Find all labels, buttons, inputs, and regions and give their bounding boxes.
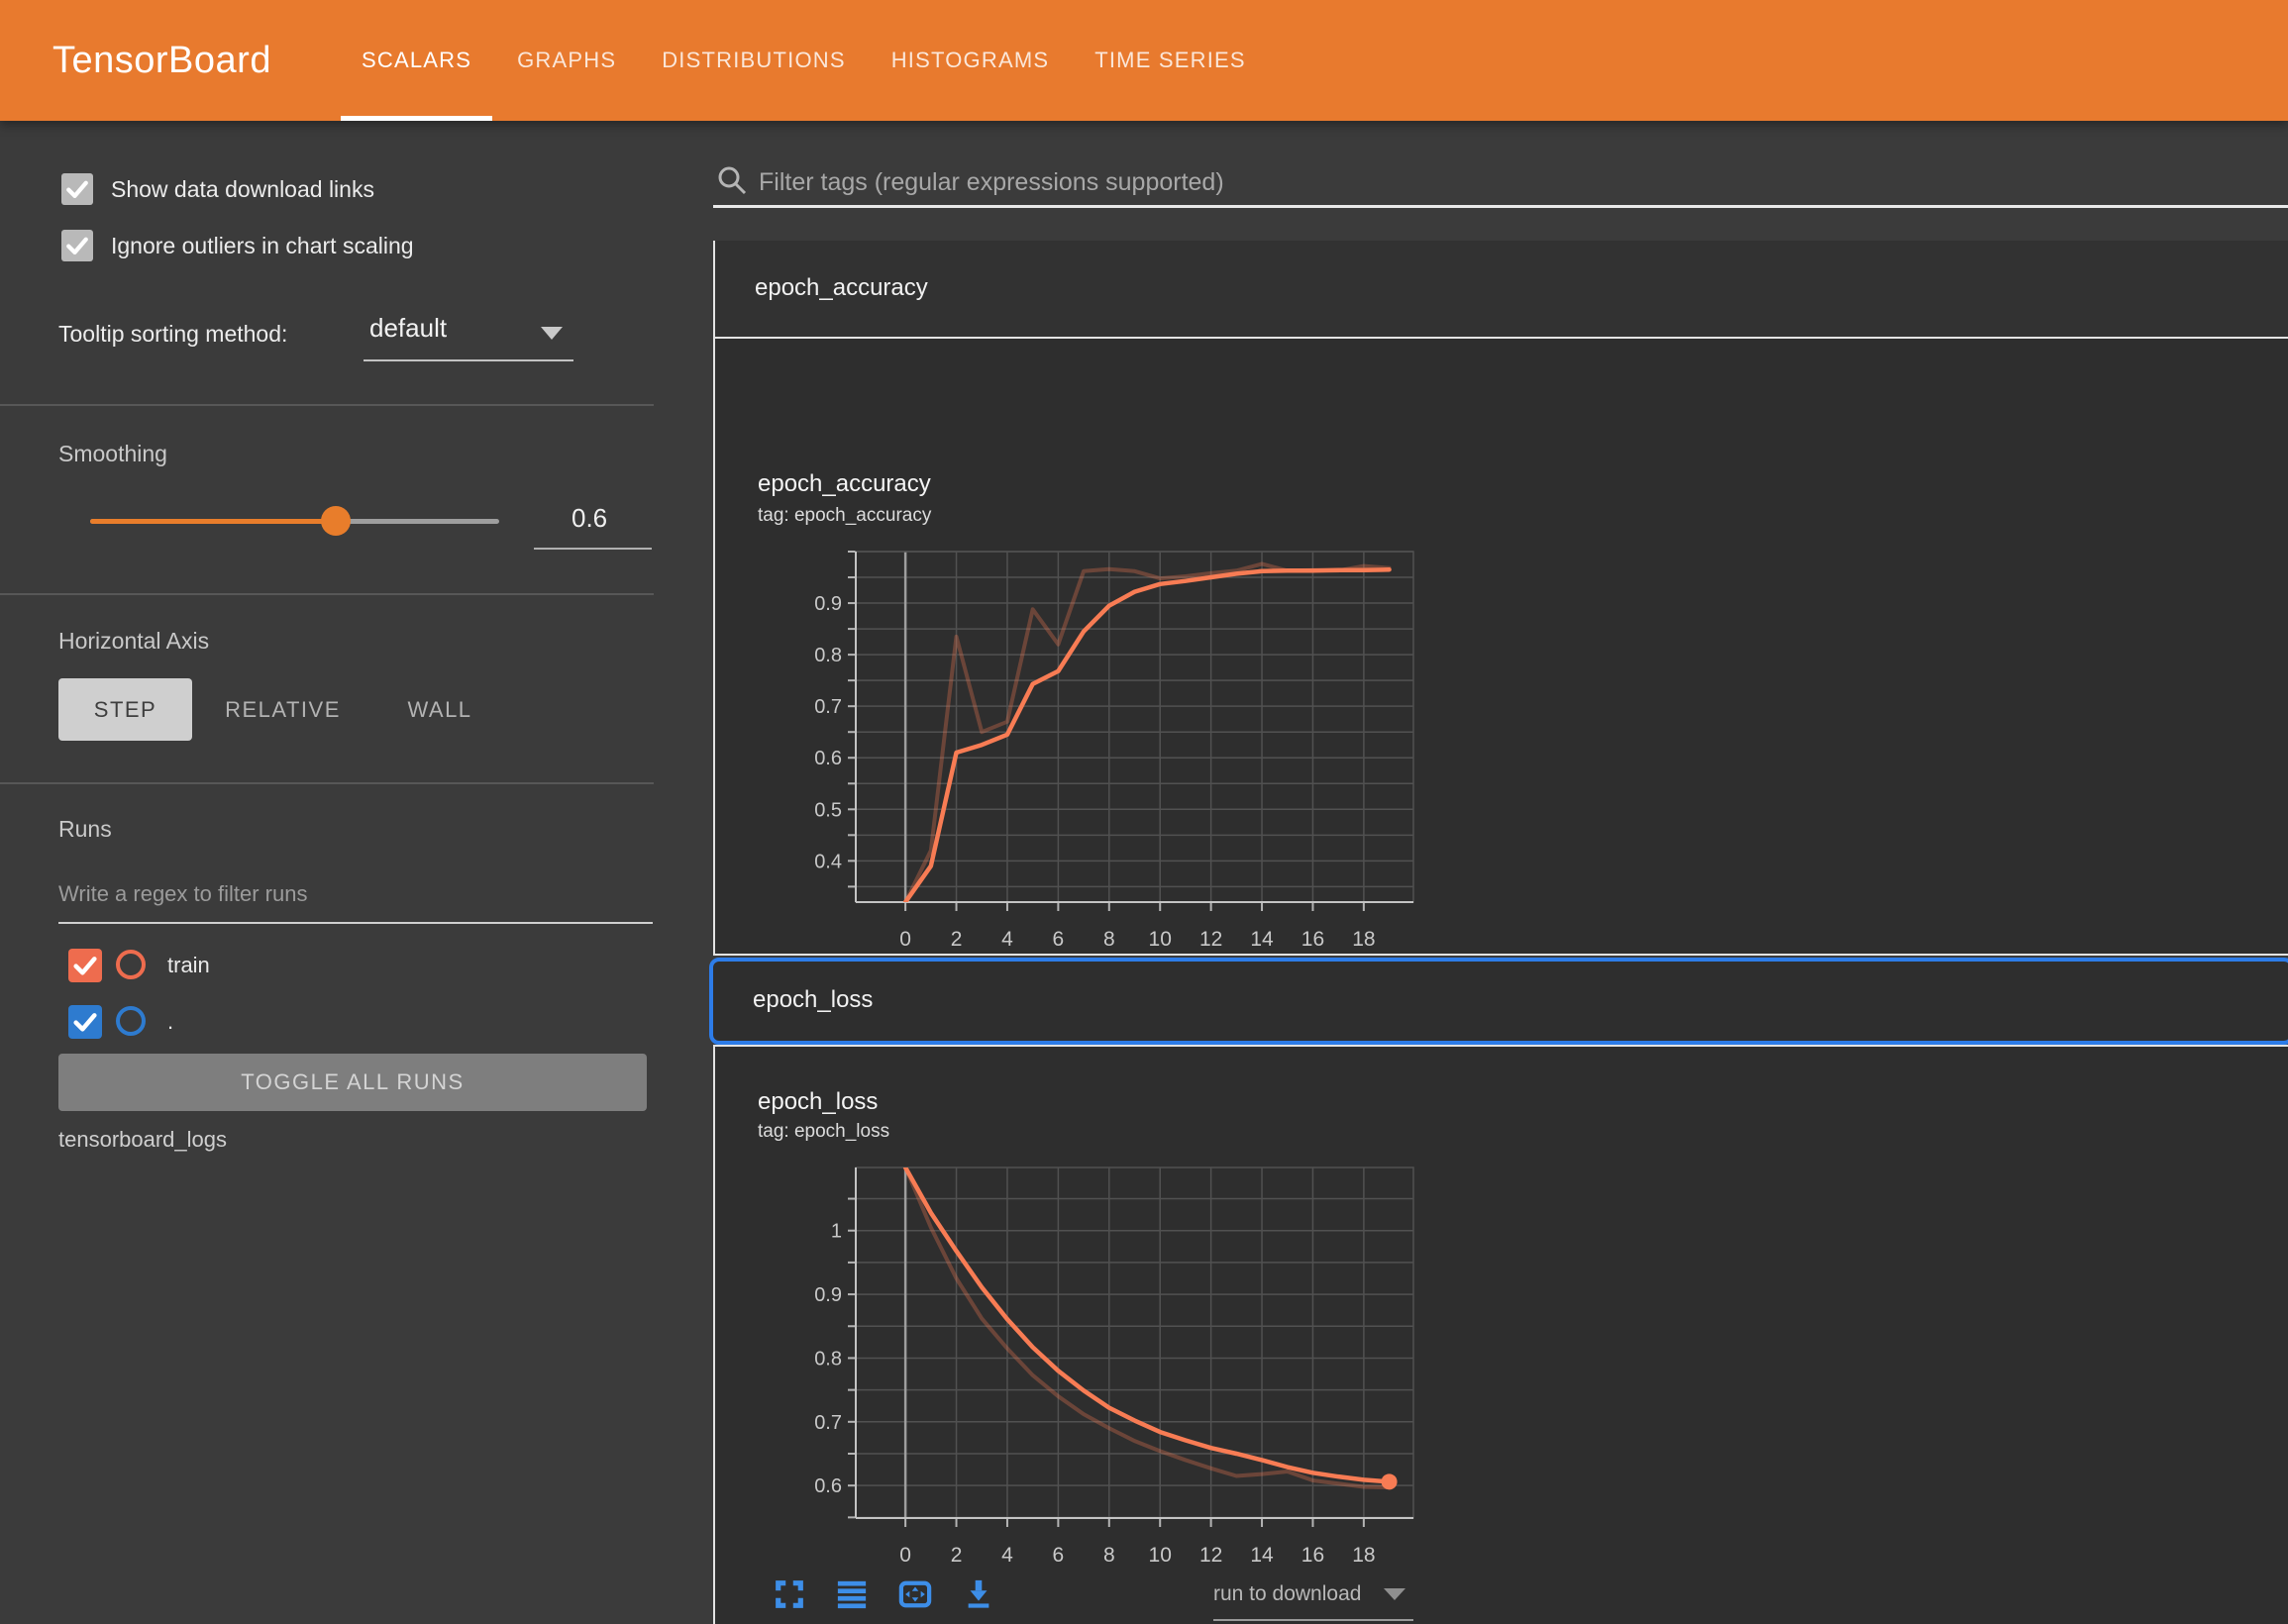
svg-text:4: 4 [1001,928,1013,951]
svg-text:0: 0 [899,1544,911,1567]
run-label: train [167,949,210,982]
svg-text:12: 12 [1199,928,1222,951]
run-label: . [167,1005,173,1039]
checkbox-label: Show data download links [111,173,374,205]
svg-text:16: 16 [1301,928,1324,951]
svg-text:1: 1 [831,1221,842,1243]
svg-text:0.4: 0.4 [814,851,842,872]
divider [0,782,654,784]
svg-text:6: 6 [1053,1544,1065,1567]
run-color-swatch [116,950,146,979]
section-title: epoch_accuracy [755,241,2288,335]
svg-text:14: 14 [1250,928,1274,951]
divider [0,404,654,406]
toggle-all-runs-button[interactable]: TOGGLE ALL RUNS [58,1054,647,1111]
fit-domain-icon[interactable] [898,1578,932,1610]
epoch-accuracy-chart[interactable]: 0.4 0.5 0.6 0.7 0.8 0.9 0 2 4 6 8 10 12 14 16 18 [733,522,1446,977]
run-checkbox-train[interactable] [68,949,102,982]
tooltip-sorting-label: Tooltip sorting method: [58,321,287,348]
filter-tags-input[interactable]: Filter tags (regular expressions support… [759,168,1224,197]
tooltip-sorting-underline [364,359,573,361]
svg-text:10: 10 [1149,928,1172,951]
svg-text:0.9: 0.9 [814,593,842,615]
smoothing-slider-fill [90,519,336,524]
svg-text:0.6: 0.6 [814,1475,842,1497]
search-icon [716,164,748,196]
smoothing-value-underline [534,548,652,550]
section-title: epoch_loss [753,962,2288,1039]
section-content-epoch-accuracy: epoch_accuracy tag: epoch_accuracy 0.40.… [713,337,2288,956]
smoothing-label: Smoothing [58,441,167,467]
app-title: TensorBoard [52,0,271,121]
svg-text:6: 6 [1053,928,1065,951]
svg-text:14: 14 [1250,1544,1274,1567]
svg-text:0.5: 0.5 [814,799,842,821]
section-content-epoch-loss: epoch_loss tag: epoch_loss 0.60.70.80.91… [713,1045,2288,1624]
smoothing-slider-thumb[interactable] [321,506,351,536]
chart-title: epoch_loss [758,1088,878,1116]
log-dir-label: tensorboard_logs [58,1127,227,1153]
section-header-epoch-loss[interactable]: epoch_loss [709,958,2288,1045]
fullscreen-icon[interactable] [774,1578,805,1610]
tab-histograms[interactable]: HISTOGRAMS [891,0,1050,121]
checkbox-ignore-outliers-in-chart-scaling[interactable] [61,230,93,261]
axis-option-wall[interactable]: WALL [406,678,473,741]
svg-text:0.8: 0.8 [814,1348,842,1370]
runs-label: Runs [58,816,112,843]
run-color-swatch [116,1006,146,1036]
svg-text:10: 10 [1149,1544,1172,1567]
tab-time-series[interactable]: TIME SERIES [1094,0,1246,121]
epoch-loss-chart[interactable]: 0.60.70.80.91024681012141618 [733,1138,1446,1593]
runs-filter-input[interactable]: Write a regex to filter runs [58,881,307,907]
nav-tabs: SCALARS GRAPHS DISTRIBUTIONS HISTOGRAMS TIME… [362,0,1246,121]
svg-text:0.8: 0.8 [814,645,842,666]
horizontal-axis-label: Horizontal Axis [58,628,209,655]
chart-toolbar [774,1578,994,1610]
svg-text:18: 18 [1352,928,1375,951]
smoothing-slider[interactable] [90,519,499,524]
tab-distributions[interactable]: DISTRIBUTIONS [662,0,846,121]
section-header-epoch-accuracy[interactable]: epoch_accuracy [713,241,2288,337]
tooltip-sorting-select[interactable]: default [369,313,447,344]
run-checkbox-dot[interactable] [68,1005,102,1039]
download-icon[interactable] [963,1578,994,1610]
svg-text:0.7: 0.7 [814,1412,842,1434]
svg-text:2: 2 [951,928,963,951]
app-header: TensorBoard SCALARS GRAPHS DISTRIBUTIONS HI… [0,0,2288,121]
axis-option-step[interactable]: STEP [58,678,192,741]
svg-text:8: 8 [1103,1544,1115,1567]
axis-option-relative[interactable]: RELATIVE [226,678,340,741]
svg-text:0.7: 0.7 [814,696,842,718]
run-to-download-label: run to download [1213,1582,1361,1605]
svg-text:18: 18 [1352,1544,1375,1567]
chevron-down-icon[interactable] [541,327,563,340]
svg-text:8: 8 [1103,928,1115,951]
toggle-y-axis-icon[interactable] [836,1578,868,1610]
svg-text:2: 2 [951,1544,963,1567]
divider [0,593,654,595]
svg-text:0.9: 0.9 [814,1284,842,1306]
svg-text:12: 12 [1199,1544,1222,1567]
svg-text:0.6: 0.6 [814,748,842,769]
svg-text:0: 0 [899,928,911,951]
chevron-down-icon [1384,1588,1405,1600]
tensorboard-app: TensorBoard SCALARS GRAPHS DISTRIBUTIONS HI… [0,0,2288,1624]
filter-tags-underline [713,205,2288,208]
tab-graphs[interactable]: GRAPHS [517,0,616,121]
run-to-download-underline [1213,1619,1413,1621]
checkbox-label: Ignore outliers in chart scaling [111,230,414,261]
chart-title: epoch_accuracy [758,470,931,498]
svg-text:4: 4 [1001,1544,1013,1567]
runs-filter-underline [58,922,653,924]
svg-text:16: 16 [1301,1544,1324,1567]
checkbox-show-data-download-links[interactable] [61,173,93,205]
smoothing-value-input[interactable]: 0.6 [572,503,607,534]
run-to-download-select[interactable]: run to download [1213,1582,1413,1606]
tab-scalars[interactable]: SCALARS [362,0,471,121]
